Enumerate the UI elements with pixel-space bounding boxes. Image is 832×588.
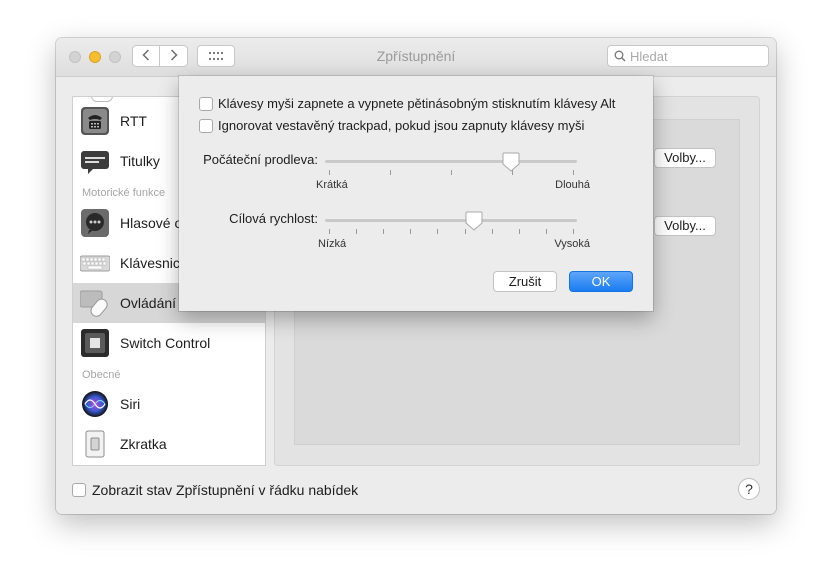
initial-delay-max-label: Dlouhá: [555, 179, 590, 191]
slider-tick: [390, 170, 391, 175]
slider-tick: [329, 229, 330, 234]
keyboard-icon: [79, 248, 111, 278]
slider-thumb[interactable]: [502, 152, 520, 175]
show-status-checkbox[interactable]: [72, 483, 86, 497]
slider-thumb[interactable]: [465, 211, 483, 234]
sidebar-item-switch-control[interactable]: Switch Control: [73, 323, 265, 363]
toggle-alt-label: Klávesy myši zapnete a vypnete pětinásob…: [218, 96, 616, 111]
sidebar-item-label: Hlasové o: [120, 215, 183, 231]
slider-tick: [437, 229, 438, 234]
mouse-keys-options-sheet: Klávesy myši zapnete a vypnete pětinásob…: [179, 76, 653, 311]
voice-control-icon: [80, 208, 110, 238]
ignore-trackpad-checkbox[interactable]: [199, 118, 213, 133]
toggle-alt-checkbox[interactable]: [199, 96, 213, 111]
sidebar-item-label: Zkratka: [120, 436, 167, 452]
slider-tick: [356, 229, 357, 234]
options-button-1[interactable]: Volby...: [654, 148, 716, 168]
switch-control-icon: [80, 328, 110, 358]
max-speed-min-label: Nízká: [318, 238, 347, 250]
sidebar-item-label: Ovládání: [120, 295, 177, 311]
slider-tick: [492, 229, 493, 234]
ok-button[interactable]: OK: [569, 271, 633, 292]
section-header-general: Obecné: [82, 369, 121, 381]
siri-icon: [80, 389, 110, 419]
title-bar: Zpřístupnění: [56, 38, 776, 77]
initial-delay-slider[interactable]: [325, 152, 579, 182]
slider-track: [325, 219, 577, 222]
initial-delay-min-label: Krátká: [316, 179, 348, 191]
options-button-2[interactable]: Volby...: [654, 216, 716, 236]
sidebar-item-shortcut[interactable]: Zkratka: [73, 424, 265, 464]
captions-icon: [80, 146, 110, 176]
slider-tick: [519, 229, 520, 234]
slider-tick: [573, 170, 574, 175]
max-speed-max-label: Vysoká: [554, 238, 590, 250]
sidebar-item-label: Siri: [120, 396, 141, 412]
cancel-button[interactable]: Zrušit: [493, 271, 557, 292]
pointer-control-icon: [79, 288, 110, 318]
slider-tick: [383, 229, 384, 234]
help-button[interactable]: ?: [738, 478, 760, 500]
shortcut-icon: [80, 429, 110, 459]
show-status-label: Zobrazit stav Zpřístupnění v řádku nabíd…: [92, 482, 359, 498]
sidebar-item-label: Titulky: [120, 153, 160, 169]
search-icon: [614, 50, 626, 65]
sidebar-item-label: Switch Control: [120, 335, 211, 351]
sidebar-item-label: Klávesnic: [120, 255, 180, 271]
sidebar-item-label: RTT: [120, 113, 147, 129]
slider-track: [325, 160, 577, 163]
sidebar-item-siri[interactable]: Siri: [73, 384, 265, 424]
slider-tick: [546, 229, 547, 234]
search-field[interactable]: [607, 45, 769, 67]
section-header-motor: Motorické funkce: [82, 187, 166, 199]
initial-delay-label: Počáteční prodleva:: [203, 152, 318, 167]
phone-icon: [80, 106, 110, 136]
max-speed-slider[interactable]: [325, 211, 579, 241]
max-speed-label: Cílová rychlost:: [229, 211, 318, 226]
slider-tick: [451, 170, 452, 175]
slider-tick: [329, 170, 330, 175]
search-input[interactable]: [630, 48, 760, 64]
ignore-trackpad-row[interactable]: Ignorovat vestavěný trackpad, pokud jsou…: [199, 118, 584, 133]
slider-tick: [410, 229, 411, 234]
show-status-row[interactable]: Zobrazit stav Zpřístupnění v řádku nabíd…: [72, 480, 358, 500]
ignore-trackpad-label: Ignorovat vestavěný trackpad, pokud jsou…: [218, 118, 585, 133]
slider-tick: [573, 229, 574, 234]
toggle-alt-option-row[interactable]: Klávesy myši zapnete a vypnete pětinásob…: [199, 96, 615, 111]
